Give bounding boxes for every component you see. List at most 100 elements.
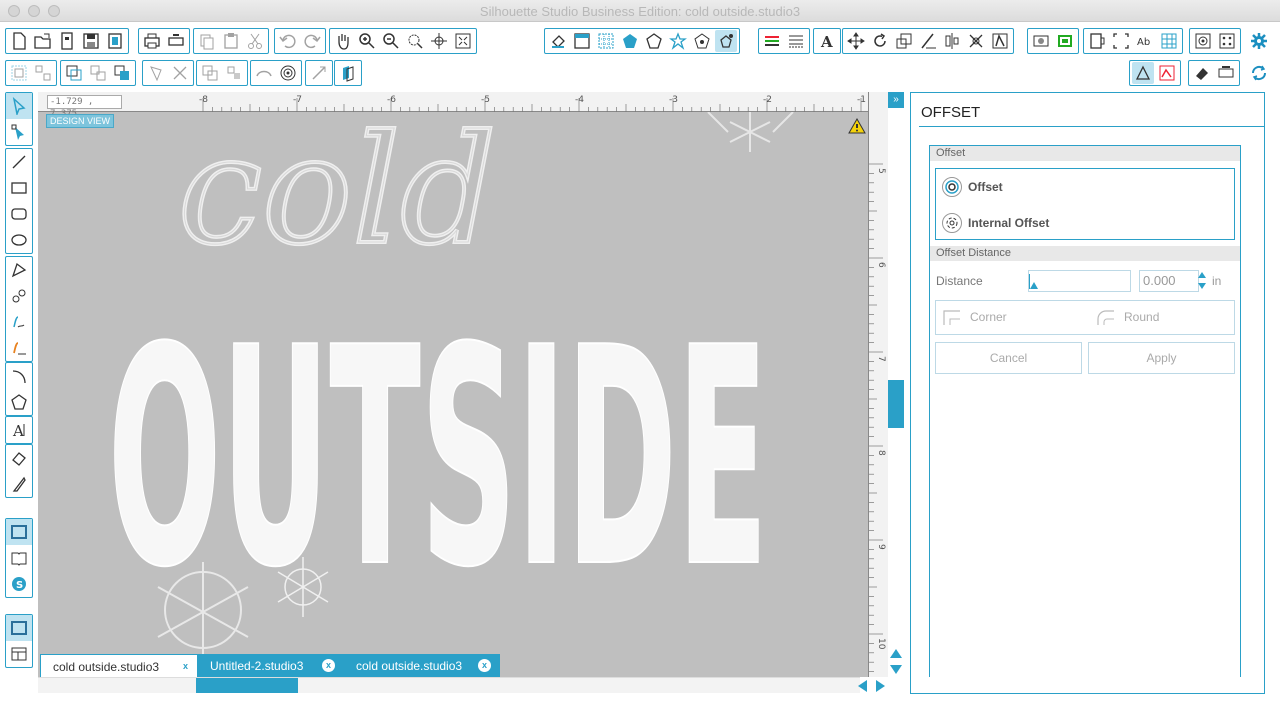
horizontal-scrollbar[interactable] bbox=[38, 677, 860, 693]
duplicate-icon[interactable] bbox=[199, 62, 221, 84]
rectangle-tool-icon[interactable] bbox=[6, 175, 32, 201]
smooth-freehand-tool-icon[interactable] bbox=[6, 335, 32, 361]
make-compound-icon[interactable] bbox=[63, 62, 85, 84]
subtract-icon[interactable] bbox=[169, 62, 191, 84]
layers-icon[interactable] bbox=[337, 62, 359, 84]
trace-icon[interactable] bbox=[1110, 30, 1132, 52]
save-to-library-icon[interactable] bbox=[104, 30, 126, 52]
pixscan-icon[interactable] bbox=[1216, 30, 1238, 52]
scroll-left-icon[interactable] bbox=[858, 680, 867, 692]
copy-icon[interactable] bbox=[196, 30, 218, 52]
ungroup-icon[interactable] bbox=[32, 62, 54, 84]
offset-icon[interactable] bbox=[277, 62, 299, 84]
distance-slider[interactable] bbox=[1028, 270, 1131, 292]
close-tab-icon[interactable]: x bbox=[179, 660, 192, 673]
paste-icon[interactable] bbox=[220, 30, 242, 52]
undo-icon[interactable] bbox=[277, 30, 299, 52]
select-arrow-icon[interactable] bbox=[6, 93, 32, 119]
scroll-right-icon[interactable] bbox=[876, 680, 885, 692]
tab-cold-outside-2[interactable]: cold outside.studio3 x bbox=[344, 654, 500, 677]
zoom-selection-icon[interactable] bbox=[404, 30, 426, 52]
fill-panel-icon[interactable] bbox=[619, 30, 641, 52]
move-icon[interactable] bbox=[845, 30, 867, 52]
store-icon[interactable] bbox=[1054, 30, 1076, 52]
horizontal-scroll-thumb[interactable] bbox=[196, 678, 298, 693]
vertical-scrollbar[interactable]: » bbox=[888, 92, 904, 677]
distance-value-field[interactable]: 0.000 bbox=[1139, 270, 1199, 292]
registration-icon[interactable] bbox=[1192, 30, 1214, 52]
text-style-icon[interactable]: A bbox=[816, 30, 838, 52]
drag-zoom-icon[interactable] bbox=[428, 30, 450, 52]
polygon-tool-icon[interactable] bbox=[6, 257, 32, 283]
cut-icon[interactable] bbox=[244, 30, 266, 52]
knife-icon[interactable] bbox=[308, 62, 330, 84]
save-icon[interactable] bbox=[80, 30, 102, 52]
library-icon[interactable] bbox=[1030, 30, 1052, 52]
artwork[interactable]: cold cold OUTSIDE bbox=[38, 92, 888, 677]
arrange-icon[interactable] bbox=[111, 62, 133, 84]
gradient-icon[interactable] bbox=[667, 30, 689, 52]
design-canvas[interactable]: cold cold OUTSIDE -8 -7 -6 -5 -4 -3 -2 -1 -1.72… bbox=[38, 92, 888, 677]
close-tab-icon[interactable]: x bbox=[478, 659, 491, 672]
offset-option[interactable]: Offset bbox=[942, 176, 1003, 198]
slider-handle-icon[interactable] bbox=[1030, 282, 1038, 289]
weld-icon[interactable] bbox=[145, 62, 167, 84]
line-weight-icon[interactable] bbox=[785, 30, 807, 52]
open-library-icon[interactable] bbox=[56, 30, 78, 52]
zoom-in-icon[interactable] bbox=[356, 30, 378, 52]
arc-tool-icon[interactable] bbox=[6, 363, 32, 389]
line-color-icon[interactable] bbox=[761, 30, 783, 52]
shear-icon[interactable] bbox=[917, 30, 939, 52]
ellipse-tool-icon[interactable] bbox=[6, 227, 32, 253]
knife-tool-icon[interactable] bbox=[6, 471, 32, 497]
curve-tool-icon[interactable] bbox=[6, 283, 32, 309]
tab-cold-outside-1[interactable]: cold outside.studio3 x bbox=[40, 654, 198, 677]
cancel-button[interactable]: Cancel bbox=[935, 342, 1082, 374]
stepper-down-icon[interactable] bbox=[1198, 283, 1206, 289]
text-tool-icon[interactable]: A bbox=[6, 417, 32, 443]
eraser-tool-icon[interactable] bbox=[6, 445, 32, 471]
grid-icon[interactable] bbox=[595, 30, 617, 52]
round-option[interactable]: Round bbox=[1094, 307, 1159, 327]
apply-button[interactable]: Apply bbox=[1088, 342, 1235, 374]
fit-to-page-icon[interactable] bbox=[452, 30, 474, 52]
pattern-icon[interactable] bbox=[691, 30, 713, 52]
sync-icon[interactable] bbox=[1248, 62, 1270, 84]
send-panel-icon[interactable] bbox=[1215, 62, 1237, 84]
nesting-icon[interactable] bbox=[1158, 30, 1180, 52]
design-mode-icon[interactable] bbox=[1132, 62, 1154, 84]
print-icon[interactable] bbox=[141, 30, 163, 52]
replicate-icon[interactable] bbox=[965, 30, 987, 52]
open-file-icon[interactable] bbox=[32, 30, 54, 52]
new-file-icon[interactable] bbox=[8, 30, 30, 52]
send-icon[interactable] bbox=[1086, 30, 1108, 52]
scroll-up-icon[interactable] bbox=[890, 649, 902, 658]
scroll-down-icon[interactable] bbox=[890, 665, 902, 674]
regular-polygon-tool-icon[interactable] bbox=[6, 389, 32, 415]
silhouette-store-icon[interactable]: S bbox=[6, 571, 32, 597]
warp-icon[interactable] bbox=[253, 62, 275, 84]
design-page-icon[interactable] bbox=[6, 519, 32, 545]
corner-option[interactable]: Corner bbox=[940, 307, 1007, 327]
page-setup-icon[interactable] bbox=[571, 30, 593, 52]
send-to-cutter-icon[interactable] bbox=[165, 30, 187, 52]
eraser-mode-icon[interactable] bbox=[1191, 62, 1213, 84]
release-compound-icon[interactable] bbox=[87, 62, 109, 84]
redo-icon[interactable] bbox=[301, 30, 323, 52]
sketch-mode-icon[interactable] bbox=[1156, 62, 1178, 84]
split-view-icon[interactable] bbox=[6, 641, 32, 667]
rotate-icon[interactable] bbox=[869, 30, 891, 52]
internal-offset-option[interactable]: Internal Offset bbox=[942, 212, 1049, 234]
text-to-path-icon[interactable]: Ab bbox=[1134, 30, 1156, 52]
tab-untitled-2[interactable]: Untitled-2.studio3 x bbox=[198, 654, 344, 677]
single-view-icon[interactable] bbox=[6, 615, 32, 641]
rounded-rectangle-tool-icon[interactable] bbox=[6, 201, 32, 227]
settings-gear-icon[interactable] bbox=[1248, 30, 1270, 52]
line-style-icon[interactable] bbox=[643, 30, 665, 52]
library-book-icon[interactable] bbox=[6, 545, 32, 571]
vertical-scroll-thumb[interactable] bbox=[888, 380, 904, 428]
modify-icon[interactable] bbox=[989, 30, 1011, 52]
mirror-icon[interactable] bbox=[223, 62, 245, 84]
distance-stepper[interactable] bbox=[1198, 270, 1207, 292]
fill-color-icon[interactable] bbox=[547, 30, 569, 52]
